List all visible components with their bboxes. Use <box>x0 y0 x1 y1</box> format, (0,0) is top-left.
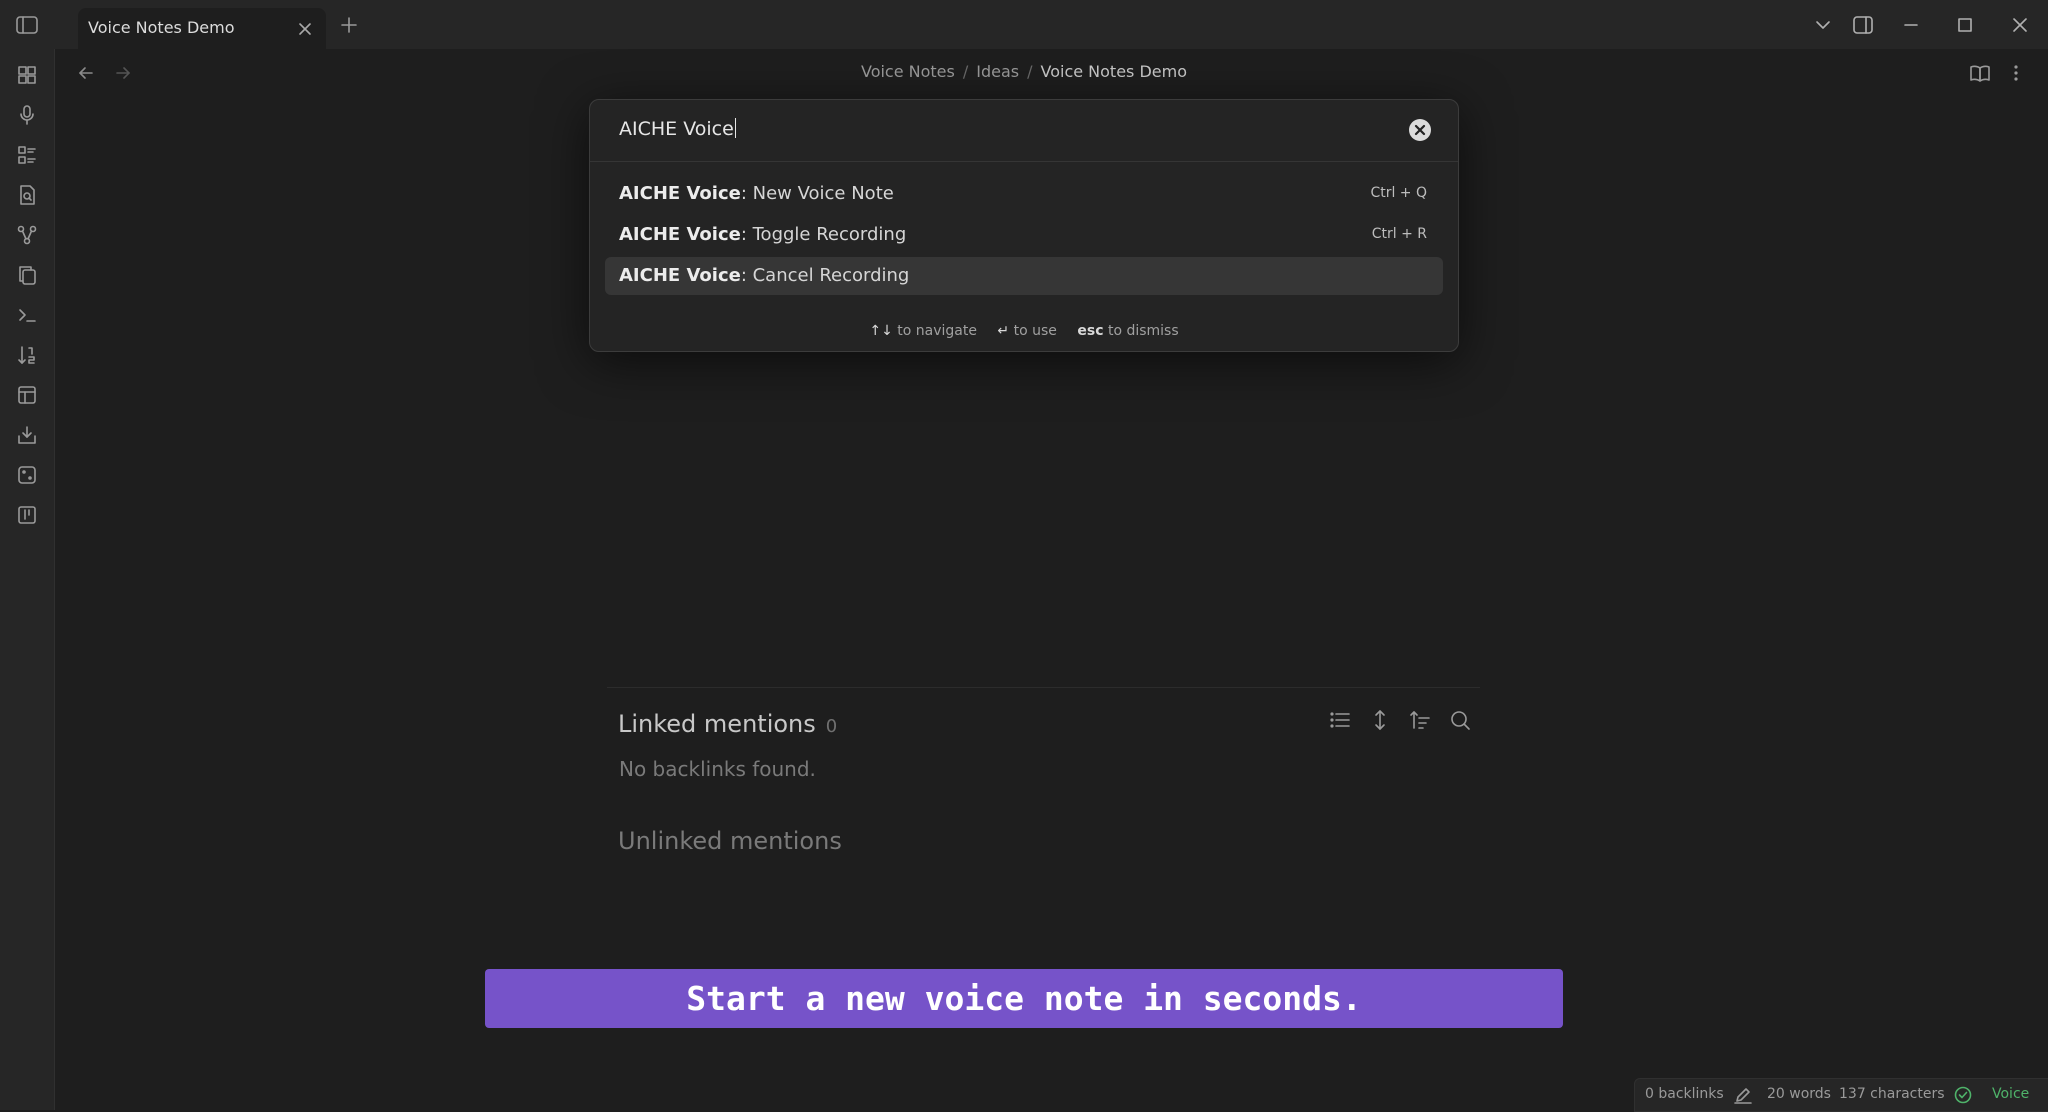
tab-voice-notes-demo[interactable]: Voice Notes Demo <box>78 8 326 49</box>
copy-icon[interactable] <box>16 264 38 286</box>
more-options-icon[interactable] <box>2005 62 2027 84</box>
command-label: AICHE Voice: Toggle Recording <box>619 224 907 245</box>
caption-banner: Start a new voice note in seconds. <box>485 969 1563 1028</box>
layout-icon[interactable] <box>16 384 38 406</box>
breadcrumb-separator: / <box>1027 62 1033 81</box>
status-bar: 0 backlinks 20 words 137 characters Voic… <box>1634 1078 2048 1112</box>
status-word-count: 20 words <box>1767 1086 1831 1102</box>
linked-mentions-heading[interactable]: Linked mentions 0 <box>618 710 837 738</box>
divider <box>590 161 1458 162</box>
ribbon <box>0 49 55 1110</box>
window-close-icon[interactable] <box>2009 14 2031 36</box>
title-bar: Voice Notes Demo <box>0 0 2048 49</box>
chevron-down-icon[interactable] <box>1812 14 1834 36</box>
status-voice-plugin[interactable]: Voice <box>1992 1086 2029 1102</box>
breadcrumb-current[interactable]: Voice Notes Demo <box>1041 62 1188 81</box>
reading-mode-icon[interactable] <box>1969 62 1991 84</box>
divider <box>607 687 1480 688</box>
navigate-hint: ↑↓ to navigate <box>869 323 977 339</box>
palette-instructions: ↑↓ to navigate ↵ to use esc to dismiss <box>590 323 1458 339</box>
plus-icon[interactable] <box>338 14 360 36</box>
sidebar-toggle-icon[interactable] <box>15 15 39 35</box>
dice-icon[interactable] <box>16 464 38 486</box>
hotkey: Ctrl + Q <box>1370 185 1427 201</box>
import-icon[interactable] <box>16 424 38 446</box>
status-character-count: 137 characters <box>1839 1086 1945 1102</box>
status-backlinks[interactable]: 0 backlinks <box>1645 1086 1724 1102</box>
command-search-input[interactable]: AICHE Voice <box>619 118 736 140</box>
search-file-icon[interactable] <box>16 184 38 206</box>
graph-icon[interactable] <box>16 224 38 246</box>
pencil-icon[interactable] <box>1733 1085 1753 1105</box>
right-sidebar-toggle-icon[interactable] <box>1852 14 1874 36</box>
command-result-cancel-recording[interactable]: AICHE Voice: Cancel Recording <box>605 257 1443 295</box>
microphone-icon[interactable] <box>16 104 38 126</box>
sort-numbers-icon[interactable] <box>16 344 38 366</box>
list-view-icon[interactable] <box>1328 708 1352 732</box>
close-icon[interactable] <box>296 20 314 38</box>
expand-vertical-icon[interactable] <box>1368 708 1392 732</box>
terminal-icon[interactable] <box>16 304 38 326</box>
no-backlinks-text: No backlinks found. <box>619 757 816 781</box>
minimize-icon[interactable] <box>1900 14 1922 36</box>
breadcrumb: Voice Notes / Ideas / Voice Notes Demo <box>0 62 2048 81</box>
command-result-toggle-recording[interactable]: AICHE Voice: Toggle Recording Ctrl + R <box>605 216 1443 254</box>
command-label: AICHE Voice: Cancel Recording <box>619 265 910 286</box>
command-result-new-voice-note[interactable]: AICHE Voice: New Voice Note Ctrl + Q <box>605 175 1443 213</box>
unlinked-mentions-heading[interactable]: Unlinked mentions <box>618 827 842 855</box>
kanban-icon[interactable] <box>16 504 38 526</box>
clear-search-icon[interactable] <box>1409 119 1431 141</box>
check-circle-icon[interactable] <box>1953 1085 1973 1105</box>
command-label: AICHE Voice: New Voice Note <box>619 183 894 204</box>
linked-mentions-count: 0 <box>825 716 838 737</box>
dismiss-hint: esc to dismiss <box>1077 323 1179 339</box>
tab-title: Voice Notes Demo <box>88 18 235 37</box>
use-hint: ↵ to use <box>997 323 1057 339</box>
hotkey: Ctrl + R <box>1371 226 1427 242</box>
command-palette: AICHE Voice AICHE Voice: New Voice Note … <box>589 99 1459 352</box>
search-icon[interactable] <box>1448 708 1472 732</box>
breadcrumb-item[interactable]: Voice Notes <box>861 62 955 81</box>
breadcrumb-separator: / <box>962 62 969 81</box>
breadcrumb-item[interactable]: Ideas <box>976 62 1019 81</box>
sort-icon[interactable] <box>1408 708 1432 732</box>
maximize-icon[interactable] <box>1954 14 1976 36</box>
list-icon[interactable] <box>16 144 38 166</box>
